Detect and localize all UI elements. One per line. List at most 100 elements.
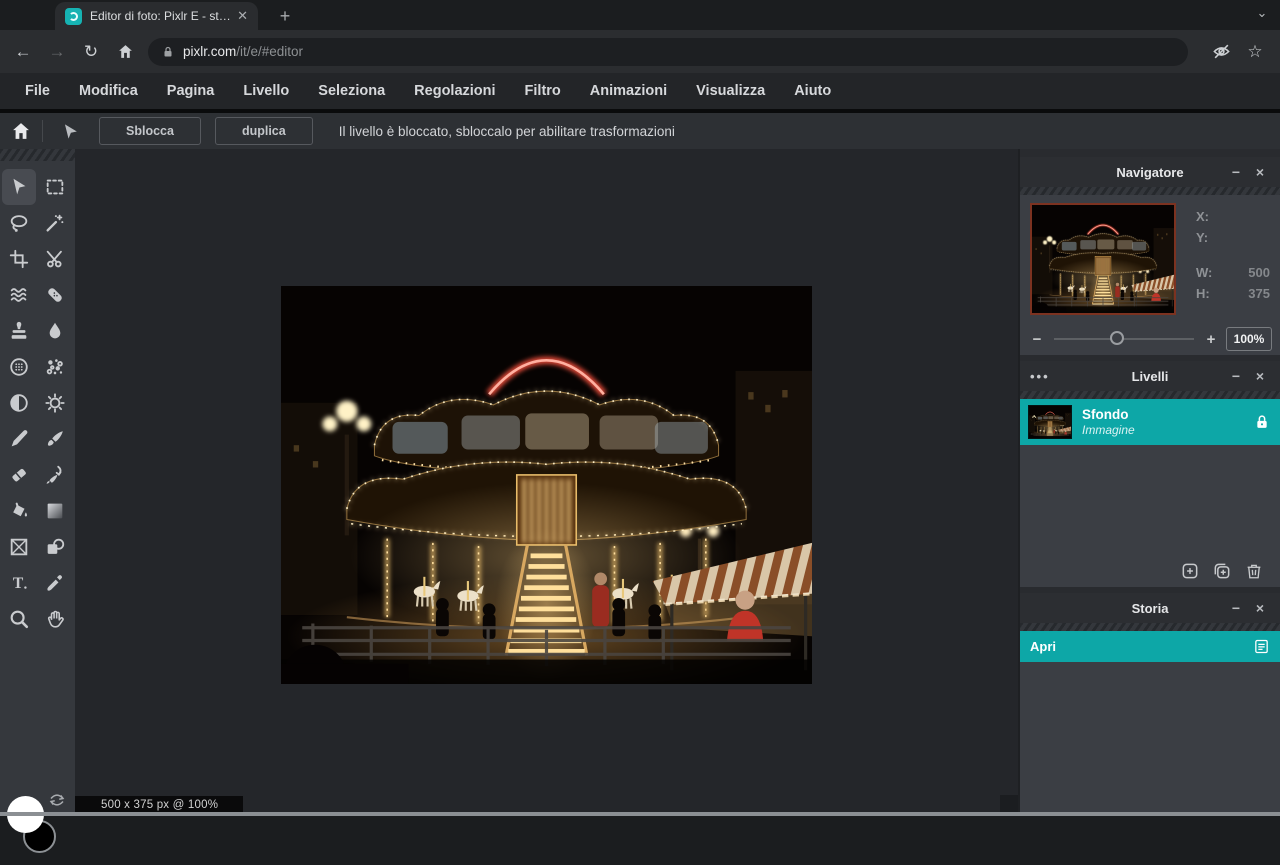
history-item-document-icon — [1253, 638, 1270, 655]
history-body: Apri — [1020, 631, 1280, 816]
navigator-minimize-icon[interactable]: − — [1224, 157, 1248, 187]
tool-shape-button[interactable] — [38, 529, 72, 565]
zoom-percent-field[interactable]: 100% — [1226, 327, 1272, 351]
tab-title: Editor di foto: Pixlr E - strumento — [90, 9, 231, 23]
tool-heal-button[interactable] — [38, 277, 72, 313]
duplicate-button[interactable]: duplica — [215, 117, 313, 145]
layers-drag-handle[interactable] — [1020, 391, 1280, 399]
layer-name: Sfondo — [1082, 407, 1252, 422]
navigator-thumbnail[interactable] — [1030, 203, 1176, 315]
browser-tab[interactable]: Editor di foto: Pixlr E - strumento ✕ — [55, 2, 258, 30]
navigator-header[interactable]: Navigatore − × — [1020, 157, 1280, 187]
tool-lasso-button[interactable] — [2, 205, 36, 241]
palette-drag-handle[interactable] — [0, 149, 75, 161]
tool-eraser-button[interactable] — [2, 457, 36, 493]
pencil-icon — [8, 428, 30, 450]
smudge-icon — [44, 464, 66, 486]
frame-icon — [8, 536, 30, 558]
heal-icon — [44, 284, 66, 306]
zoom-out-button[interactable]: − — [1024, 331, 1050, 348]
svg-text:T: T — [12, 575, 23, 592]
history-list: Apri — [1020, 631, 1280, 662]
tool-retouch-button[interactable] — [2, 349, 36, 385]
layer-row[interactable]: SfondoImmagine — [1020, 399, 1280, 445]
layer-lock-icon[interactable] — [1252, 414, 1272, 430]
tool-sharpen-button[interactable] — [38, 385, 72, 421]
new-tab-button[interactable]: + — [272, 4, 298, 28]
menu-livello[interactable]: Livello — [243, 83, 289, 99]
tool-marquee-button[interactable] — [38, 169, 72, 205]
menu-file[interactable]: File — [25, 83, 50, 99]
tool-toning-button[interactable] — [2, 385, 36, 421]
tool-color-picker-button[interactable] — [38, 565, 72, 601]
navigator-drag-handle[interactable] — [1020, 187, 1280, 195]
menu-pagina[interactable]: Pagina — [167, 83, 215, 99]
home-icon[interactable] — [108, 35, 142, 69]
history-minimize-icon[interactable]: − — [1224, 593, 1248, 623]
navigator-close-icon[interactable]: × — [1248, 157, 1272, 187]
layer-texts: SfondoImmagine — [1082, 407, 1252, 437]
tool-frame-button[interactable] — [2, 529, 36, 565]
layer-list: SfondoImmagine — [1020, 399, 1280, 445]
menu-modifica[interactable]: Modifica — [79, 83, 138, 99]
tool-blur-button[interactable] — [38, 313, 72, 349]
canvas-image[interactable] — [281, 286, 812, 684]
tool-crop-button[interactable] — [2, 241, 36, 277]
menu-seleziona[interactable]: Seleziona — [318, 83, 385, 99]
eraser-icon — [8, 464, 30, 486]
tool-gradient-button[interactable] — [38, 493, 72, 529]
tab-close-icon[interactable]: ✕ — [235, 8, 250, 24]
color-swatches — [0, 790, 75, 865]
zoom-in-button[interactable]: + — [1198, 331, 1224, 348]
tool-zoom-button[interactable] — [2, 601, 36, 637]
tool-cutout-button[interactable] — [38, 241, 72, 277]
url-bar[interactable]: pixlr.com/it/e/#editor — [148, 38, 1188, 66]
tool-text-button[interactable]: T — [2, 565, 36, 601]
crop-icon — [8, 248, 30, 270]
layers-minimize-icon[interactable]: − — [1224, 361, 1248, 391]
zoom-icon — [8, 608, 30, 630]
tool-palette: T — [0, 149, 75, 816]
eye-hidden-icon[interactable] — [1204, 35, 1238, 69]
menu-visualizza[interactable]: Visualizza — [696, 83, 765, 99]
shape-icon — [44, 536, 66, 558]
canvas-size-text: 500 x 375 px @ 100% — [101, 799, 218, 811]
duplicate-layer-icon[interactable] — [1206, 561, 1238, 581]
add-layer-icon[interactable] — [1174, 561, 1206, 581]
layers-header[interactable]: ••• Livelli − × — [1020, 361, 1280, 391]
zoom-slider-track[interactable] — [1054, 338, 1194, 340]
toning-icon — [8, 392, 30, 414]
right-panel-column: Navigatore − × X: Y: W:500 H:375 − — [1020, 149, 1280, 816]
zoom-slider-knob[interactable] — [1110, 331, 1124, 345]
w-label: W: — [1196, 265, 1212, 280]
reload-icon[interactable]: ↻ — [74, 35, 108, 69]
history-drag-handle[interactable] — [1020, 623, 1280, 631]
tool-clone-button[interactable] — [2, 313, 36, 349]
tool-fill-button[interactable] — [2, 493, 36, 529]
history-header[interactable]: Storia − × — [1020, 593, 1280, 623]
menu-regolazioni[interactable]: Regolazioni — [414, 83, 495, 99]
history-close-icon[interactable]: × — [1248, 593, 1272, 623]
window-chevron-icon[interactable]: ⌄ — [1252, 4, 1272, 22]
canvas-workspace[interactable]: 500 x 375 px @ 100% — [75, 149, 1018, 816]
bookmark-star-icon[interactable]: ☆ — [1238, 35, 1272, 69]
tool-smudge-button[interactable] — [38, 457, 72, 493]
home-screen-icon[interactable] — [6, 116, 36, 146]
history-item[interactable]: Apri — [1020, 631, 1280, 662]
menu-aiuto[interactable]: Aiuto — [794, 83, 831, 99]
tool-arrange-button[interactable] — [2, 169, 36, 205]
delete-layer-icon[interactable] — [1238, 561, 1270, 581]
tool-hand-button[interactable] — [38, 601, 72, 637]
layers-close-icon[interactable]: × — [1248, 361, 1272, 391]
back-icon[interactable]: ← — [6, 35, 40, 69]
unlock-button[interactable]: Sblocca — [99, 117, 201, 145]
menu-animazioni[interactable]: Animazioni — [590, 83, 667, 99]
tool-wand-button[interactable] — [38, 205, 72, 241]
tool-liquify-button[interactable] — [2, 277, 36, 313]
tool-disperse-button[interactable] — [38, 349, 72, 385]
tool-brush-button[interactable] — [38, 421, 72, 457]
menu-filtro[interactable]: Filtro — [525, 83, 561, 99]
swap-colors-icon[interactable] — [48, 792, 68, 810]
tool-pencil-button[interactable] — [2, 421, 36, 457]
forward-icon[interactable]: → — [40, 35, 74, 69]
